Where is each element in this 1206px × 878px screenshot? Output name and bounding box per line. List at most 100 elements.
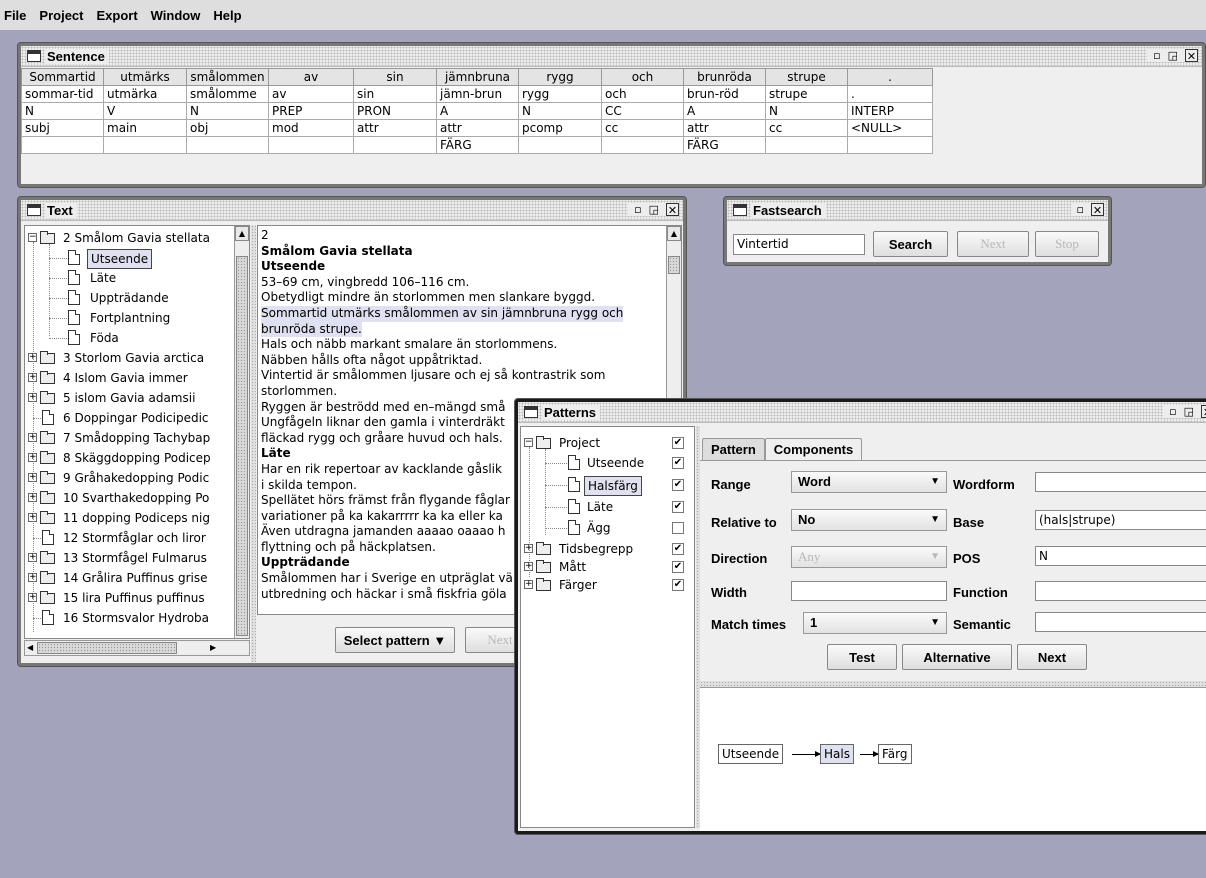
tree-item[interactable]: Uppträdande xyxy=(25,288,235,308)
menu-window[interactable]: Window xyxy=(151,8,201,23)
tree-item[interactable]: Läte xyxy=(25,268,235,288)
tree-item[interactable]: +15 lira Puffinus puffinus xyxy=(25,588,235,608)
table-cell[interactable]: brun-röd xyxy=(683,85,766,103)
table-cell[interactable] xyxy=(21,136,104,154)
range-select[interactable]: Word ▼ xyxy=(791,471,947,493)
table-cell[interactable] xyxy=(847,136,933,154)
relative-to-select[interactable]: No ▼ xyxy=(791,509,947,531)
checkbox[interactable]: ✔ xyxy=(672,479,684,491)
column-header[interactable]: Sommartid xyxy=(21,68,104,86)
table-cell[interactable] xyxy=(601,136,684,154)
checkbox[interactable] xyxy=(672,522,684,534)
tab-pattern[interactable]: Pattern xyxy=(702,438,765,460)
table-cell[interactable]: attr xyxy=(353,119,437,137)
close-icon[interactable]: ✕ xyxy=(1201,405,1206,419)
table-cell[interactable] xyxy=(765,136,848,154)
hscroll-thumb[interactable] xyxy=(37,642,177,654)
tree-item[interactable]: + Tidsbegrepp ✔ xyxy=(521,539,691,559)
wordform-field[interactable] xyxy=(1035,472,1206,492)
pos-field[interactable]: N xyxy=(1035,546,1206,566)
function-field[interactable] xyxy=(1035,581,1206,601)
close-icon[interactable]: ✕ xyxy=(1185,49,1198,63)
patterns-tree[interactable]: − Project ✔ Utseende ✔ Halsfärg ✔ Läte ✔ Ägg + Tids… xyxy=(520,426,695,828)
table-cell[interactable] xyxy=(518,136,602,154)
tree-item[interactable]: +13 Stormfågel Fulmarus xyxy=(25,548,235,568)
checkbox[interactable]: ✔ xyxy=(672,437,684,449)
column-header[interactable]: rygg xyxy=(518,68,602,86)
checkbox[interactable]: ✔ xyxy=(672,457,684,469)
sentence-titlebar[interactable]: Sentence ▫ ◲ ✕ xyxy=(21,46,1202,67)
test-button[interactable]: Test xyxy=(827,644,897,670)
scroll-up-icon[interactable]: ▲ xyxy=(667,226,681,241)
table-cell[interactable]: A xyxy=(436,102,519,120)
table-cell[interactable]: PREP xyxy=(268,102,354,120)
table-cell[interactable]: rygg xyxy=(518,85,602,103)
column-header[interactable]: sin xyxy=(353,68,437,86)
table-cell[interactable]: obj xyxy=(186,119,269,137)
select-pattern-button[interactable]: Select pattern ▼ xyxy=(335,627,455,653)
maximize-icon[interactable]: ◲ xyxy=(1184,405,1194,418)
next-button[interactable]: Next xyxy=(957,231,1029,257)
table-cell[interactable]: cc xyxy=(601,119,684,137)
tree-item[interactable]: +3 Storlom Gavia arctica xyxy=(25,348,235,368)
table-cell[interactable]: subj xyxy=(21,119,104,137)
scroll-thumb[interactable] xyxy=(236,256,248,636)
table-cell[interactable]: . xyxy=(847,85,933,103)
document-tree[interactable]: − 2 Smålom Gavia stellata Utseende Läte Uppt… xyxy=(24,225,250,639)
table-cell[interactable]: attr xyxy=(436,119,519,137)
tree-item[interactable]: +9 Gråhakedopping Podic xyxy=(25,468,235,488)
table-cell[interactable] xyxy=(353,136,437,154)
search-input[interactable]: Vintertid xyxy=(733,234,865,255)
table-cell[interactable]: strupe xyxy=(765,85,848,103)
graph-node[interactable]: Utseende xyxy=(718,744,784,764)
collapse-icon[interactable]: − xyxy=(28,233,37,242)
maximize-icon[interactable]: ◲ xyxy=(649,203,659,216)
tree-item[interactable]: Ägg xyxy=(521,518,691,538)
tree-item[interactable]: +7 Smådopping Tachybap xyxy=(25,428,235,448)
tree-item[interactable]: − Project ✔ xyxy=(521,433,691,453)
tree-item[interactable]: Utseende ✔ xyxy=(521,453,691,473)
menu-help[interactable]: Help xyxy=(213,8,241,23)
table-cell[interactable]: FÄRG xyxy=(683,136,766,154)
tree-item[interactable]: Läte ✔ xyxy=(521,497,691,517)
tree-item[interactable]: Halsfärg ✔ xyxy=(521,475,691,496)
match-times-select[interactable]: 1 ▼ xyxy=(803,612,947,634)
column-header[interactable]: brunröda xyxy=(683,68,766,86)
next-button[interactable]: Next xyxy=(1017,644,1087,670)
column-header[interactable]: utmärks xyxy=(103,68,187,86)
checkbox[interactable]: ✔ xyxy=(672,579,684,591)
scroll-up-icon[interactable]: ▲ xyxy=(235,226,249,241)
table-cell[interactable]: sin xyxy=(353,85,437,103)
table-cell[interactable]: N xyxy=(765,102,848,120)
table-cell[interactable]: jämn-brun xyxy=(436,85,519,103)
menu-export[interactable]: Export xyxy=(96,8,137,23)
table-cell[interactable]: av xyxy=(268,85,354,103)
table-cell[interactable]: FÄRG xyxy=(436,136,519,154)
tree-item[interactable]: +11 dopping Podiceps nig xyxy=(25,508,235,528)
checkbox[interactable]: ✔ xyxy=(672,543,684,555)
text-titlebar[interactable]: Text ▫ ◲ ✕ xyxy=(21,200,683,221)
tree-scrollbar[interactable]: ▲ xyxy=(234,226,249,638)
table-cell[interactable]: N xyxy=(21,102,104,120)
search-button[interactable]: Search xyxy=(873,231,948,257)
expand-icon[interactable]: + xyxy=(524,580,533,589)
fastsearch-titlebar[interactable]: Fastsearch ▫ ✕ xyxy=(727,200,1108,221)
table-cell[interactable]: smålomme xyxy=(186,85,269,103)
table-cell[interactable]: cc xyxy=(765,119,848,137)
table-cell[interactable]: sommar-tid xyxy=(21,85,104,103)
minimize-icon[interactable]: ▫ xyxy=(1077,203,1084,216)
table-cell[interactable]: attr xyxy=(683,119,766,137)
tree-item[interactable]: +8 Skäggdopping Podicep xyxy=(25,448,235,468)
scroll-thumb[interactable] xyxy=(668,256,680,274)
column-header[interactable]: . xyxy=(847,68,933,86)
direction-select[interactable]: Any ▼ xyxy=(791,546,947,568)
table-cell[interactable]: A xyxy=(683,102,766,120)
table-cell[interactable] xyxy=(103,136,187,154)
table-cell[interactable]: INTERP xyxy=(847,102,933,120)
checkbox[interactable]: ✔ xyxy=(672,501,684,513)
width-field[interactable] xyxy=(791,581,947,601)
patterns-titlebar[interactable]: Patterns ▫ ◲ ✕ xyxy=(518,402,1206,423)
tree-hscrollbar[interactable]: ◀ ▶ xyxy=(24,640,250,656)
base-field[interactable]: (hals|strupe) xyxy=(1035,510,1206,530)
tree-item[interactable]: +14 Grålira Puffinus grise xyxy=(25,568,235,588)
